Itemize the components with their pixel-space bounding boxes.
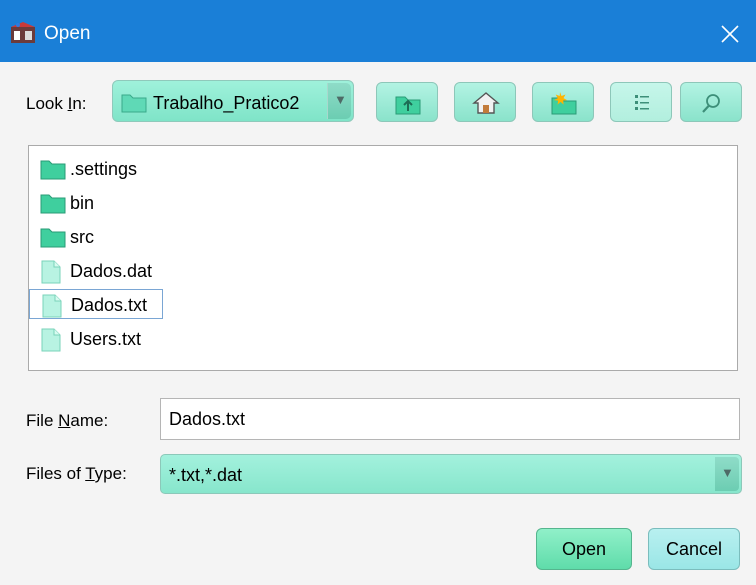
chevron-down-icon: ▼ [334, 92, 347, 107]
file-name-input[interactable] [160, 398, 740, 440]
title-bar[interactable]: Open [0, 0, 756, 62]
look-in-value: Trabalho_Pratico2 [153, 93, 300, 113]
file-icon [41, 328, 61, 352]
file-name-label: File Name: [26, 411, 109, 430]
list-item[interactable]: Dados.dat [39, 256, 199, 286]
new-folder-icon [551, 92, 577, 115]
cancel-button[interactable]: Cancel [648, 528, 740, 570]
create-new-folder-button[interactable] [532, 82, 594, 122]
look-in-combobox[interactable]: Trabalho_Pratico2 ▼ [112, 80, 354, 122]
folder-icon [40, 228, 66, 248]
files-of-type-combobox[interactable]: *.txt,*.dat ▼ [160, 454, 742, 494]
file-icon [42, 294, 62, 318]
details-view-button[interactable] [680, 82, 742, 122]
list-view-icon [635, 95, 649, 110]
list-item-selected[interactable]: Dados.txt [29, 289, 163, 319]
files-of-type-dropdown-button[interactable]: ▼ [715, 457, 739, 491]
folder-icon [121, 94, 147, 113]
list-item[interactable]: .settings [39, 154, 199, 184]
open-dialog: Open Look In: Trabalho_Pratico2 ▼ .setti… [0, 0, 756, 585]
home-icon [472, 92, 500, 114]
close-icon[interactable] [716, 20, 744, 48]
list-item[interactable]: Users.txt [39, 324, 199, 354]
files-of-type-label: Files of Type: [26, 464, 127, 483]
folder-up-icon [395, 96, 421, 115]
home-button[interactable] [454, 82, 516, 122]
details-view-icon [702, 94, 720, 113]
chevron-down-icon: ▼ [721, 465, 734, 480]
files-of-type-value: *.txt,*.dat [169, 465, 243, 485]
java-app-icon [11, 22, 35, 43]
folder-icon [40, 160, 66, 180]
folder-icon [40, 194, 66, 214]
look-in-label: Look In: [26, 94, 87, 113]
file-list[interactable]: .settings bin src Dados.dat Dados.txt Us… [28, 145, 738, 371]
list-view-button[interactable] [610, 82, 672, 122]
window-title: Open [44, 23, 91, 44]
up-one-level-button[interactable] [376, 82, 438, 122]
look-in-dropdown-button[interactable]: ▼ [327, 83, 351, 119]
file-icon [41, 260, 61, 284]
list-item[interactable]: bin [39, 188, 199, 218]
open-button[interactable]: Open [536, 528, 632, 570]
list-item[interactable]: src [39, 222, 199, 252]
